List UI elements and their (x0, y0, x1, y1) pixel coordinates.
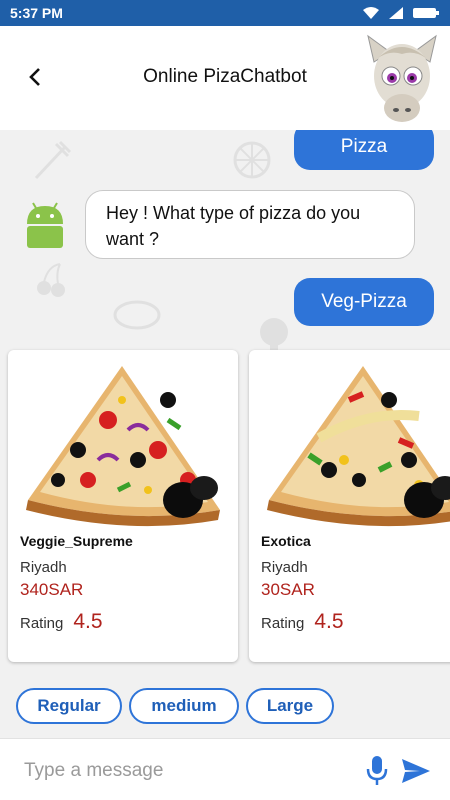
pizza-name: Exotica (261, 533, 311, 549)
bot-avatar[interactable] (364, 32, 440, 128)
pizza-card[interactable]: Exotica Riyadh 30SAR Rating 4.5 (249, 350, 450, 662)
rating-value: 4.5 (73, 610, 103, 633)
mic-icon[interactable] (366, 755, 388, 787)
pizza-doodle-icon (233, 141, 271, 179)
pizza-price: 340SAR (20, 580, 84, 599)
bot-message-text: Hey ! What type of pizza do you want ? (106, 203, 361, 249)
status-icons (362, 6, 440, 20)
chat-area[interactable]: Pizza Hey ! What type of pizza do you wa… (0, 130, 450, 738)
app-header: Online PizaChatbot (0, 26, 450, 130)
message-input[interactable] (24, 757, 344, 785)
rating-label: Rating (261, 615, 305, 632)
rating-row: Rating 4.5 (20, 610, 103, 634)
message-composer (0, 738, 450, 800)
quick-reply-label: Large (266, 696, 314, 715)
user-message-bubble: Pizza (294, 130, 434, 170)
user-message-text: Veg-Pizza (321, 291, 407, 312)
android-icon (27, 202, 63, 248)
cherry-doodle-icon (37, 263, 65, 297)
fork-doodle-icon (34, 140, 72, 180)
pizza-card[interactable]: Veggie_Supreme Riyadh 340SAR Rating 4.5 (8, 350, 238, 662)
quick-reply-label: medium (151, 696, 217, 715)
quick-reply-large[interactable]: Large (246, 688, 334, 724)
pizza-name: Veggie_Supreme (20, 533, 133, 549)
battery-icon (413, 8, 439, 18)
pizza-city: Riyadh (20, 559, 67, 576)
send-icon[interactable] (400, 757, 432, 785)
pizza-image (267, 366, 450, 527)
quick-reply-regular[interactable]: Regular (16, 688, 122, 724)
status-time: 5:37 PM (10, 5, 63, 21)
user-message-bubble: Veg-Pizza (294, 278, 434, 326)
user-message-text: Pizza (340, 136, 388, 157)
pizza-image (26, 366, 220, 527)
leaf-doodle-icon (113, 300, 161, 330)
quick-reply-label: Regular (37, 696, 101, 715)
status-bar: 5:37 PM (0, 0, 450, 26)
rating-value: 4.5 (314, 610, 344, 633)
rating-label: Rating (20, 615, 64, 632)
bot-message-bubble: Hey ! What type of pizza do you want ? (85, 190, 415, 259)
pizza-city: Riyadh (261, 559, 308, 576)
pizza-price: 30SAR (261, 580, 315, 599)
wifi-icon (363, 7, 379, 19)
signal-icon (389, 7, 403, 19)
quick-reply-medium[interactable]: medium (129, 688, 239, 724)
rating-row: Rating 4.5 (261, 610, 344, 634)
